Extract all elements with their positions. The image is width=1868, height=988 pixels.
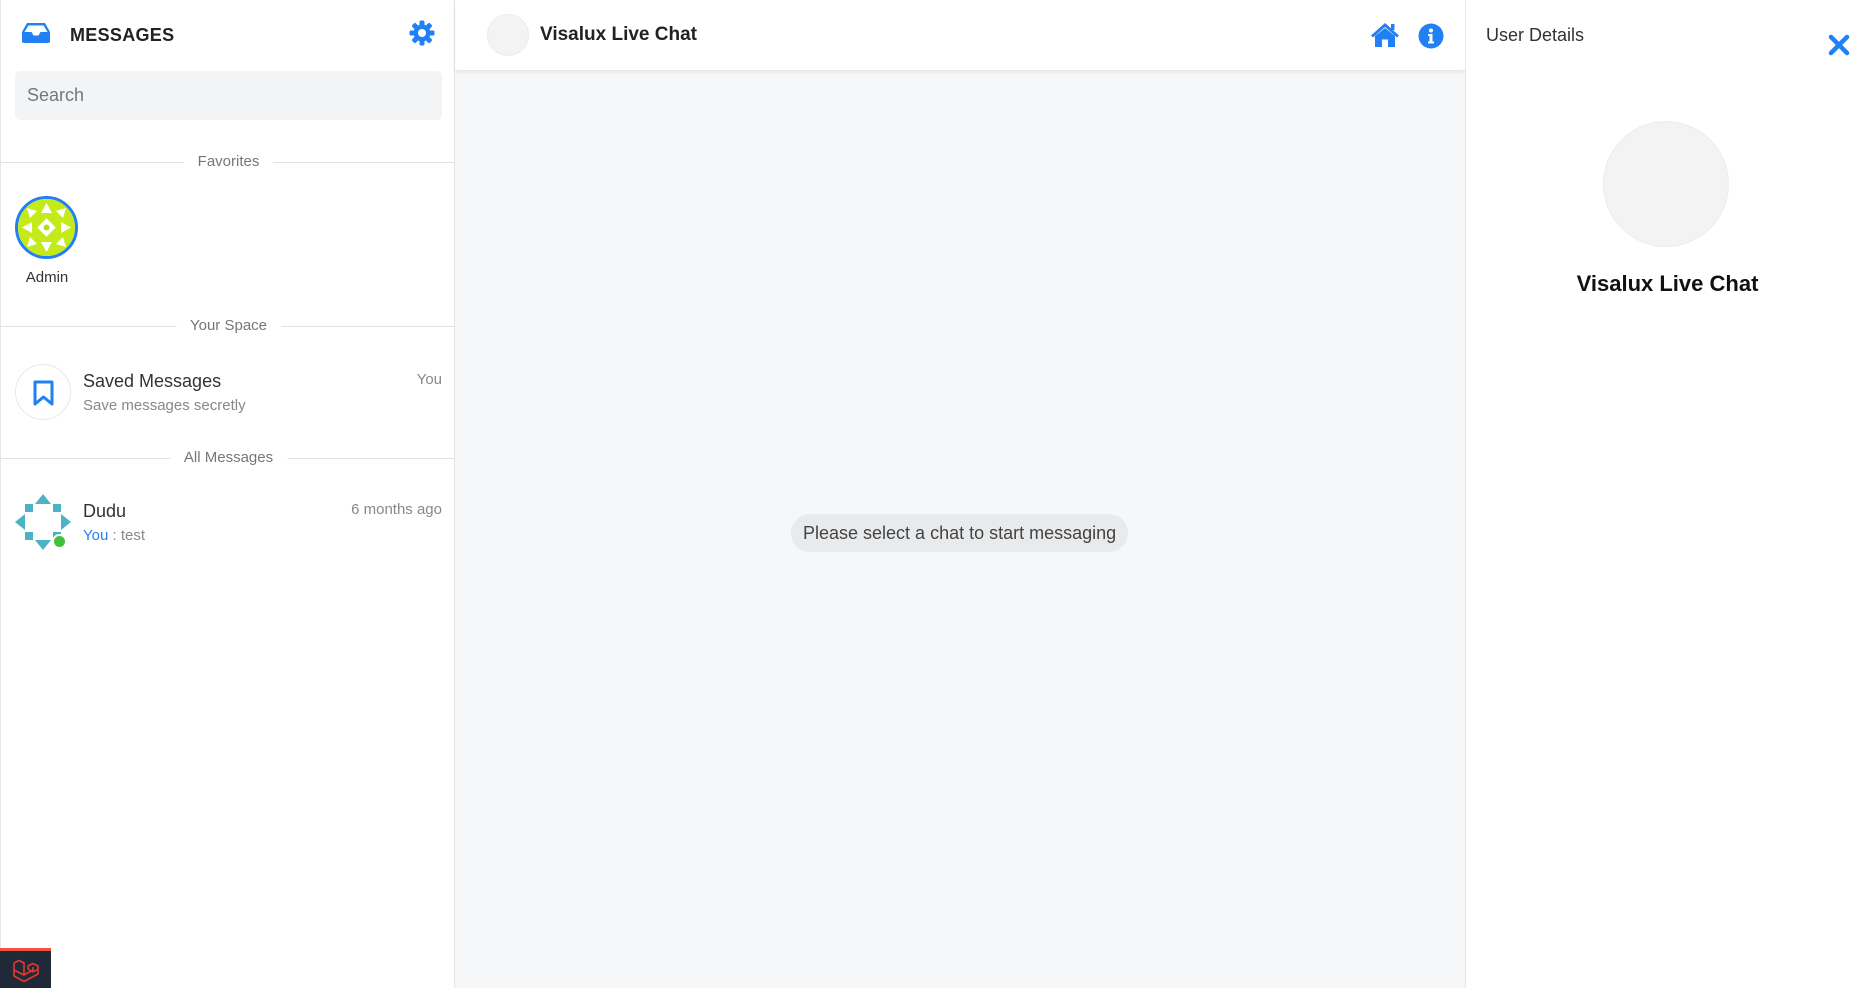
- favorite-name: Admin: [25, 269, 69, 286]
- contact-time: 6 months ago: [351, 501, 442, 518]
- chat-header: Visalux Live Chat: [455, 0, 1465, 70]
- identicon-icon: [18, 199, 75, 256]
- empty-chat-message: Please select a chat to start messaging: [791, 514, 1129, 552]
- section-label-favorites: Favorites: [183, 152, 274, 172]
- section-divider-favorites: Favorites: [1, 152, 456, 172]
- sidebar-header: MESSAGES: [1, 0, 454, 70]
- section-divider-all-messages: All Messages: [1, 448, 456, 468]
- favorite-item[interactable]: Admin: [15, 196, 79, 286]
- home-icon[interactable]: [1370, 22, 1400, 48]
- info-icon[interactable]: [1418, 23, 1444, 49]
- laravel-icon: [13, 959, 39, 983]
- chat-area: Visalux Live Chat Please select a chat t…: [455, 0, 1465, 988]
- last-message-sender: You: [83, 527, 109, 544]
- saved-messages-title: Saved Messages: [83, 371, 222, 391]
- close-icon[interactable]: [1828, 34, 1850, 56]
- saved-messages-item[interactable]: Saved Messages Save messages secretly Yo…: [1, 364, 454, 436]
- avatar: [15, 196, 78, 259]
- inbox-icon: [22, 23, 50, 43]
- contact-last-message: You : test: [83, 527, 145, 544]
- bookmark-icon: [33, 380, 54, 406]
- saved-messages-subtitle: Save messages secretly: [83, 397, 246, 414]
- saved-messages-tag: You: [416, 371, 442, 388]
- laravel-badge[interactable]: [0, 948, 51, 988]
- sidebar-title: MESSAGES: [70, 25, 175, 45]
- user-details-panel: User Details Visalux Live Chat: [1465, 0, 1868, 988]
- user-details-title: User Details: [1486, 25, 1585, 45]
- contact-item[interactable]: Dudu You : test 6 months ago: [1, 494, 454, 566]
- section-label-all-messages: All Messages: [169, 448, 288, 468]
- gear-icon[interactable]: [409, 20, 435, 46]
- messenger-sidebar: MESSAGES Favorites: [0, 0, 456, 988]
- avatar: [487, 14, 529, 56]
- avatar: [1603, 121, 1729, 247]
- contact-name: Dudu: [83, 501, 127, 521]
- avatar: [15, 364, 71, 420]
- last-message-separator: :: [108, 527, 121, 544]
- search-input[interactable]: [15, 71, 442, 120]
- section-label-your-space: Your Space: [175, 316, 282, 336]
- last-message-text: test: [120, 527, 146, 544]
- user-details-name: Visalux Live Chat: [1576, 271, 1759, 296]
- online-status-dot: [52, 534, 67, 549]
- chat-title: Visalux Live Chat: [540, 24, 697, 45]
- section-divider-your-space: Your Space: [1, 316, 456, 336]
